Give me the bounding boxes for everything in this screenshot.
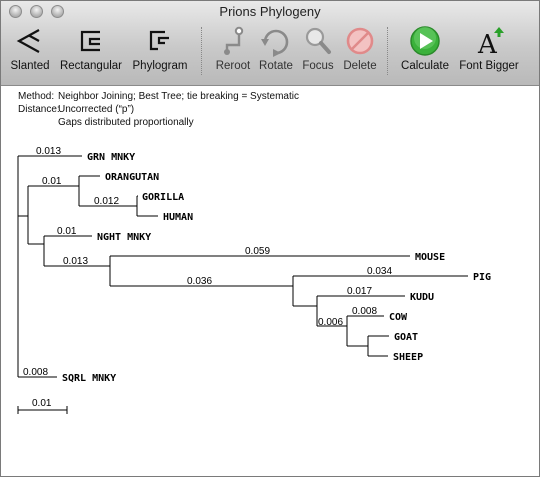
font-bigger-icon: A [477,27,504,57]
leaf-nght-mnky[interactable]: NGHT MNKY [97,232,151,243]
slanted-button[interactable]: Slanted [7,25,53,81]
rectangular-tree-icon [80,30,100,52]
leaf-mouse[interactable]: MOUSE [415,252,445,263]
app-window: Prions Phylogeny Slanted Rectangular Phy… [0,0,540,477]
slanted-label: Slanted [10,60,50,72]
delete-label: Delete [343,60,377,72]
delete-button[interactable]: Delete [340,25,380,81]
length-sqrl-mnky: 0.008 [23,367,48,378]
rectangular-button[interactable]: Rectangular [57,25,125,81]
title-toolbar: Prions Phylogeny Slanted Rectangular Phy… [1,1,539,86]
length-grn-mnky: 0.013 [36,146,61,157]
window-title: Prions Phylogeny [219,4,321,19]
calculate-label: Calculate [401,60,449,72]
slanted-tree-icon [16,29,40,53]
reroot-button[interactable]: Reroot [211,25,255,81]
rotate-button[interactable]: Rotate [256,25,296,81]
scale-bar-label: 0.01 [32,398,52,409]
calculate-button[interactable]: Calculate [397,25,453,81]
phylogram-label: Phylogram [132,60,188,72]
phylogram-button[interactable]: Phylogram [129,25,191,81]
length-nght-mnky: 0.01 [57,226,77,237]
rectangular-label: Rectangular [59,60,122,72]
toolbar-separator [201,27,202,75]
length-mouse: 0.059 [245,246,270,257]
reroot-icon [224,26,244,55]
leaf-orangutan[interactable]: ORANGUTAN [105,172,159,183]
leaf-sqrl-mnky[interactable]: SQRL MNKY [62,373,116,384]
play-icon [410,26,440,56]
length-kudu: 0.017 [347,286,372,297]
leaf-gorilla[interactable]: GORILLA [142,192,184,203]
focus-button[interactable]: Focus [299,25,337,81]
length-cow: 0.008 [352,306,377,317]
length-goat-sheep: 0.006 [318,317,343,328]
phylogeny-tree: GRN MNKY ORANGUTAN GORILLA HUMAN NGHT MN… [17,146,491,414]
length-gorilla-human: 0.012 [94,196,119,207]
leaf-pig[interactable]: PIG [473,272,491,283]
leaf-goat[interactable]: GOAT [394,332,418,343]
no-entry-icon [346,27,374,55]
toolbar-separator [387,27,388,75]
leaf-human[interactable]: HUMAN [163,212,193,223]
length-great-apes: 0.01 [42,176,62,187]
leaf-sheep[interactable]: SHEEP [393,352,423,363]
rotate-icon [261,29,289,57]
leaf-cow[interactable]: COW [389,312,408,323]
length-ungulates: 0.036 [187,276,212,287]
focus-label: Focus [302,60,334,72]
leaf-grn-mnky[interactable]: GRN MNKY [87,152,135,163]
leaf-kudu[interactable]: KUDU [410,292,434,303]
rotate-label: Rotate [259,60,293,72]
length-pig: 0.034 [367,266,392,277]
length-laurasiatheria: 0.013 [63,256,88,267]
font-bigger-label: Font Bigger [459,60,519,72]
font-bigger-button[interactable]: A Font Bigger [457,25,521,81]
magnifier-icon [305,27,331,54]
reroot-label: Reroot [215,60,251,72]
svg-text:A: A [477,30,498,57]
phylogram-tree-icon [149,30,169,51]
